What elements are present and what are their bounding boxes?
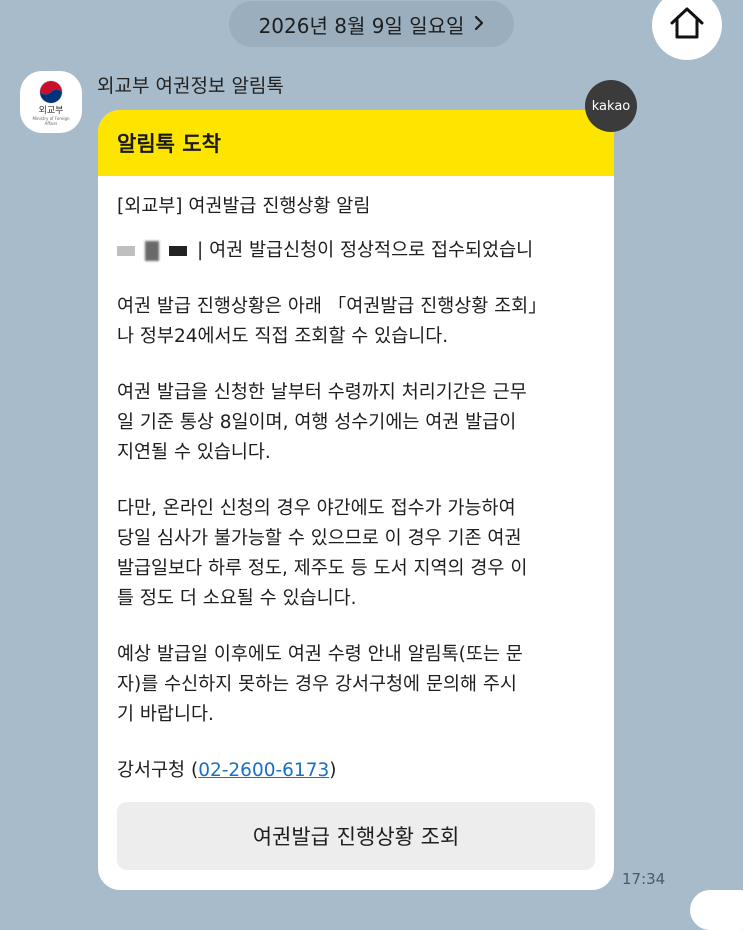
avatar-abbr: 외교부 [38, 105, 64, 116]
date-header-label: 2026년 8월 9일 일요일 [258, 13, 465, 38]
message-header: 알림톡 도착 [98, 110, 614, 176]
home-button[interactable] [652, 0, 722, 60]
chevron-right-icon [474, 12, 484, 37]
received-notice: | 여권 발급신청이 정상적으로 접수되었습니 [117, 236, 596, 266]
date-header-pill[interactable]: 2026년 8월 9일 일요일 [229, 1, 514, 47]
check-passport-status-button[interactable]: 여권발급 진행상황 조회 [117, 802, 595, 870]
home-icon [668, 5, 706, 45]
message-body: [외교부] 여권발급 진행상황 알림 | 여권 발급신청이 정상적으로 접수되었… [98, 176, 614, 786]
avatar-english-name: Ministry of Foreign Affairs [32, 115, 70, 126]
contact-line: 강서구청 (02-2600-6173) [117, 756, 596, 786]
contact-phone-link[interactable]: 02-2600-6173 [198, 760, 329, 781]
message-timestamp: 17:34 [622, 870, 666, 888]
redacted-name [117, 241, 187, 261]
message-title: [외교부] 여권발급 진행상황 알림 [117, 196, 371, 217]
sender-avatar[interactable]: 외교부 Ministry of Foreign Affairs [20, 71, 82, 133]
alimtalk-message-bubble: 알림톡 도착 [외교부] 여권발급 진행상황 알림 | 여권 발급신청이 정상적… [98, 110, 614, 890]
message-paragraph-1: 여권 발급 진행상황은 아래 「여권발급 진행상황 조회」 나 정부24에서도 … [117, 296, 547, 347]
contact-suffix: ) [329, 760, 337, 781]
sender-name: 외교부 여권정보 알림톡 [97, 75, 284, 97]
message-paragraph-2: 여권 발급을 신청한 날부터 수령까지 처리기간은 근무 일 기준 통상 8일이… [117, 382, 527, 463]
kakao-badge: kakao [585, 80, 637, 132]
message-paragraph-3: 다만, 온라인 신청의 경우 야간에도 접수가 가능하여 당일 심사가 불가능할… [117, 498, 528, 609]
message-paragraph-4: 예상 발급일 이후에도 여권 수령 안내 알림톡(또는 문 자)를 수신하지 못… [117, 644, 523, 725]
government-emblem-icon [38, 79, 64, 105]
partial-message-bubble [690, 890, 743, 930]
contact-prefix: 강서구청 ( [117, 760, 199, 781]
received-text: | 여권 발급신청이 정상적으로 접수되었습니 [197, 240, 534, 261]
